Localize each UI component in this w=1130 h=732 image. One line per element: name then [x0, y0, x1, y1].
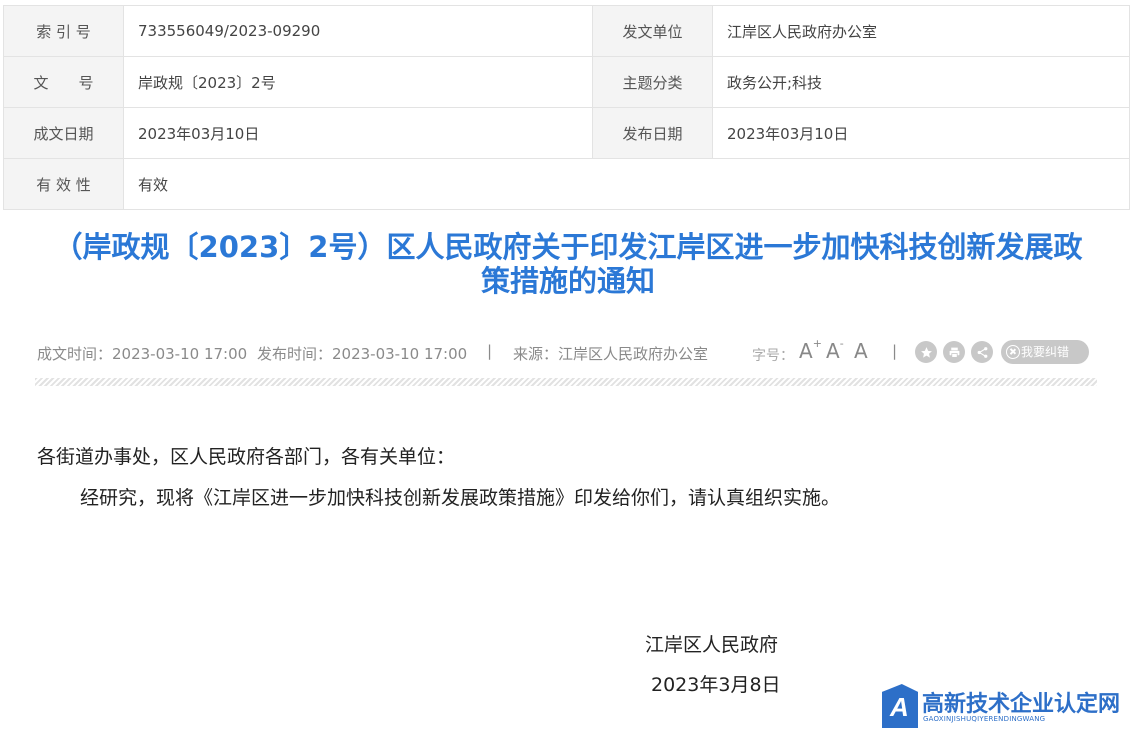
- publish-date-value: 2023年03月10日: [712, 107, 1130, 159]
- close-circle-icon: [1006, 345, 1020, 359]
- watermark-logo: A 高新技术企业认定网 GAOXINJISHUQIYERENDINGWANG: [882, 682, 1128, 730]
- info-bar: 成文时间：2023-03-10 17:00 发布时间：2023-03-10 17…: [37, 337, 1097, 365]
- validity-label: 有 效 性: [3, 158, 124, 210]
- body-paragraph: 经研究，现将《江岸区进一步加快科技创新发展政策措施》印发给你们，请认真组织实施。: [80, 487, 841, 509]
- written-time: 成文时间：2023-03-10 17:00: [37, 345, 248, 363]
- issuing-unit-value: 江岸区人民政府办公室: [712, 5, 1130, 57]
- salutation: 各街道办事处，区人民政府各部门，各有关单位：: [37, 446, 456, 468]
- report-error-button[interactable]: 我要纠错: [1001, 340, 1089, 364]
- table-row: 成文日期 2023年03月10日 发布日期 2023年03月10日: [3, 107, 1130, 159]
- topic-category-label: 主题分类: [592, 56, 713, 108]
- issuing-unit-label: 发文单位: [592, 5, 713, 57]
- separator: |: [892, 342, 898, 360]
- share-icon[interactable]: [971, 341, 993, 363]
- document-number-value: 岸政规〔2023〕2号: [123, 56, 593, 108]
- font-size-default-button[interactable]: A: [854, 339, 868, 363]
- source: 来源：江岸区人民政府办公室: [513, 345, 709, 363]
- publish-date-label: 发布日期: [592, 107, 713, 159]
- table-row: 有 效 性 有效: [3, 158, 1130, 210]
- title-line-2: 策措施的通知: [480, 264, 655, 298]
- page-title: （岸政规〔2023〕2号）区人民政府关于印发江岸区进一步加快科技创新发展政 策措…: [10, 230, 1126, 298]
- validity-value: 有效: [123, 158, 1130, 210]
- font-size-label: 字号：: [752, 348, 794, 364]
- logo-pinyin: GAOXINJISHUQIYERENDINGWANG: [923, 715, 1046, 723]
- written-date-value: 2023年03月10日: [123, 107, 593, 159]
- report-error-label: 我要纠错: [1021, 345, 1070, 359]
- metadata-table: 索 引 号 733556049/2023-09290 发文单位 江岸区人民政府办…: [3, 5, 1130, 210]
- font-size-small-button[interactable]: A-: [826, 337, 844, 363]
- signature-org: 江岸区人民政府: [645, 634, 779, 656]
- logo-letter: A: [890, 692, 909, 722]
- written-date-label: 成文日期: [3, 107, 124, 159]
- divider: [35, 378, 1097, 386]
- index-number-value: 733556049/2023-09290: [123, 5, 593, 57]
- title-line-1: （岸政规〔2023〕2号）区人民政府关于印发江岸区进一步加快科技创新发展政: [53, 230, 1083, 264]
- separator: |: [487, 342, 493, 360]
- star-icon[interactable]: [915, 341, 937, 363]
- font-size-large-button[interactable]: A+: [799, 337, 822, 363]
- print-icon[interactable]: [943, 341, 965, 363]
- index-number-label: 索 引 号: [3, 5, 124, 57]
- signature-date: 2023年3月8日: [651, 674, 781, 696]
- table-row: 索 引 号 733556049/2023-09290 发文单位 江岸区人民政府办…: [3, 5, 1130, 57]
- table-row: 文 号 岸政规〔2023〕2号 主题分类 政务公开;科技: [3, 56, 1130, 108]
- publish-time: 发布时间：2023-03-10 17:00: [257, 345, 468, 363]
- topic-category-value: 政务公开;科技: [712, 56, 1130, 108]
- logo-name: 高新技术企业认定网: [922, 692, 1121, 717]
- document-number-label: 文 号: [3, 56, 124, 108]
